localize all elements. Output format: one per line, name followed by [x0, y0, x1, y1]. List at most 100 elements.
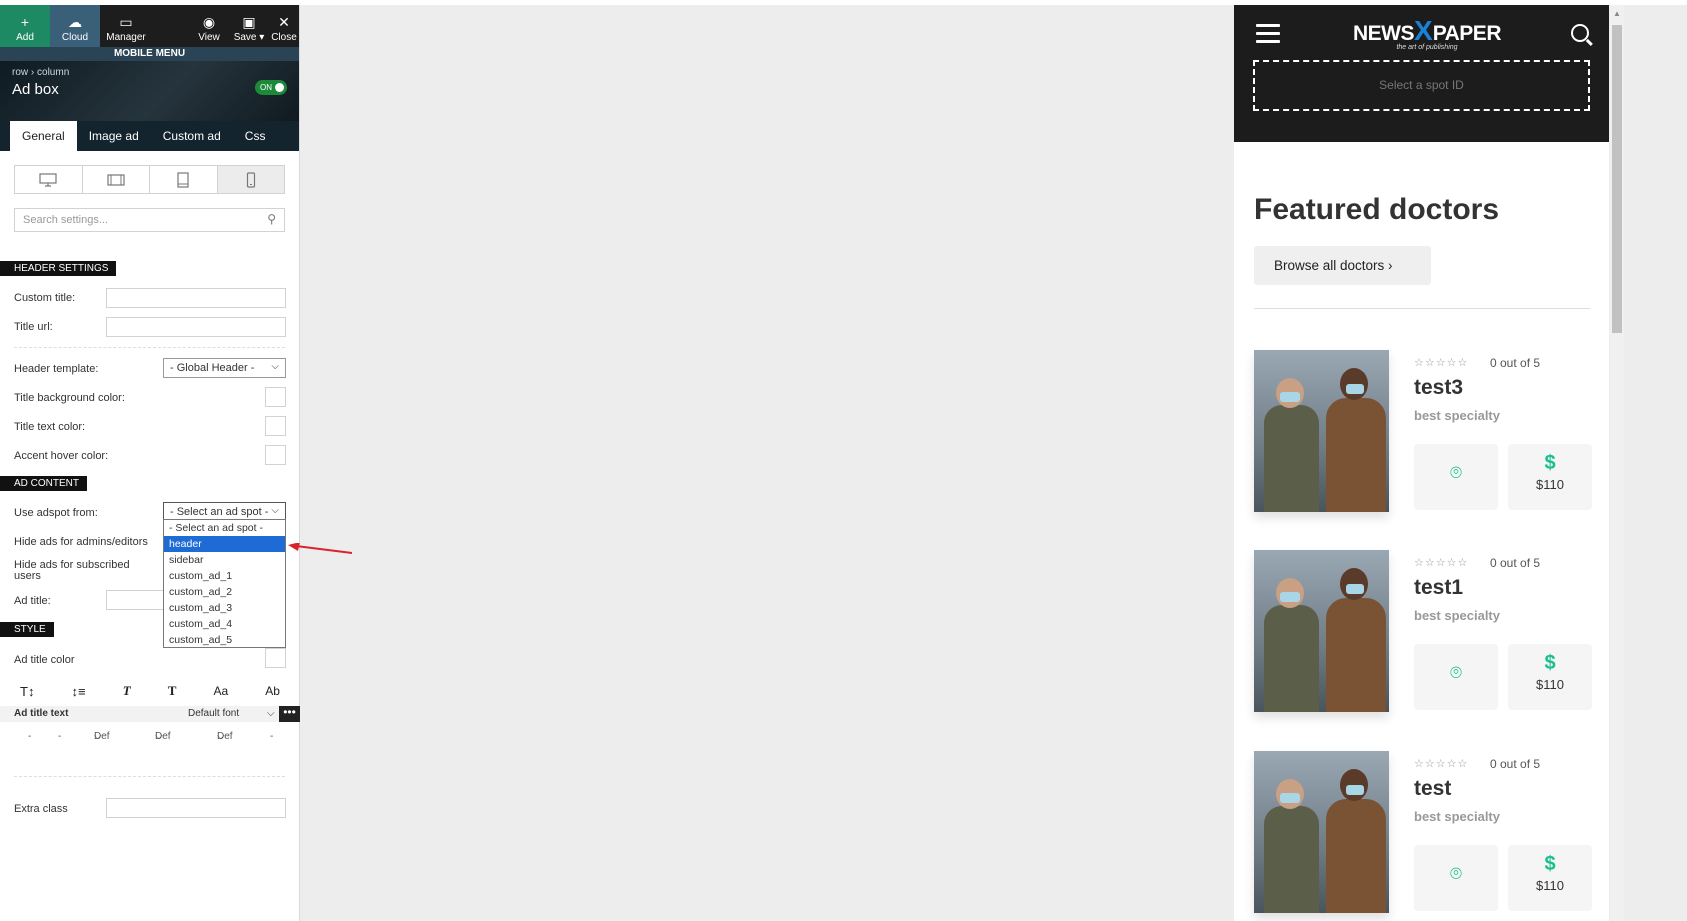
title-bg-color-swatch[interactable] [265, 387, 286, 407]
doctor-photo[interactable] [1254, 751, 1389, 913]
option-custom-ad-4[interactable]: custom_ad_4 [164, 616, 285, 632]
breadcrumb-column[interactable]: column [37, 67, 69, 78]
more-options-icon[interactable]: ••• [279, 706, 300, 722]
title-text-color-label: Title text color: [14, 421, 86, 433]
tablet-landscape-icon[interactable] [83, 166, 150, 193]
browse-all-doctors-button[interactable]: Browse all doctors › [1254, 246, 1431, 285]
option-custom-ad-2[interactable]: custom_ad_2 [164, 584, 285, 600]
text-transform-icon[interactable]: Aa [207, 684, 234, 698]
scrollbar-thumb[interactable] [1612, 25, 1622, 333]
chevron-down-icon: ⌵ [155, 731, 163, 742]
search-settings-input[interactable]: Search settings... ⚲ [14, 208, 285, 232]
chevron-down-icon: ⌵ [271, 505, 279, 516]
dollar-icon: $ [1544, 452, 1556, 474]
site-logo[interactable]: NEWSXPAPER the art of publishing [1342, 15, 1512, 51]
ad-content-heading: AD CONTENT [0, 476, 87, 491]
doctor-card[interactable]: ☆☆☆☆☆ 0 out of 5 test1 best specialty ⌾ … [1254, 550, 1592, 712]
letter-spacing-value[interactable]: - [270, 731, 273, 742]
letter-spacing-icon[interactable]: Ab [259, 684, 286, 698]
view-button[interactable]: ◉ View [189, 5, 229, 47]
tab-general[interactable]: General [10, 121, 77, 151]
price-box[interactable]: $ $110 [1508, 845, 1592, 911]
chevron-down-icon: ⌵ [267, 708, 275, 719]
use-adspot-label: Use adspot from: [14, 507, 98, 519]
preview-scrollbar[interactable]: ▲ [1610, 5, 1624, 921]
toggle-knob [275, 83, 284, 92]
option-custom-ad-5[interactable]: custom_ad_5 [164, 632, 285, 648]
toolbar: + Add ☁ Cloud ▭ Manager ◉ View ▣ Save ▾ … [0, 5, 299, 47]
hamburger-menu-icon[interactable] [1256, 24, 1280, 48]
tablet-portrait-icon[interactable] [150, 166, 218, 193]
hide-admins-label: Hide ads for admins/editors [14, 536, 148, 548]
doctor-name[interactable]: test3 [1414, 376, 1463, 400]
doctor-name[interactable]: test1 [1414, 576, 1463, 600]
ad-spot-placeholder[interactable]: Select a spot ID [1253, 60, 1590, 111]
price-box[interactable]: $ $110 [1508, 644, 1592, 710]
location-button[interactable]: ⌾ [1414, 644, 1498, 710]
header-template-select[interactable]: - Global Header - ⌵ [163, 358, 286, 378]
location-button[interactable]: ⌾ [1414, 845, 1498, 911]
title-bg-color-label: Title background color: [14, 392, 125, 404]
ad-title-color-label: Ad title color [14, 654, 75, 666]
breadcrumb-row[interactable]: row [12, 67, 28, 78]
tab-custom-ad[interactable]: Custom ad [151, 121, 233, 151]
location-button[interactable]: ⌾ [1414, 444, 1498, 510]
font-style-icon[interactable]: T [117, 683, 137, 699]
option-header[interactable]: header [164, 536, 285, 552]
ad-title-input[interactable] [106, 590, 166, 610]
line-height-value[interactable]: - [58, 731, 61, 742]
option-select-ad-spot[interactable]: - Select an ad spot - [164, 520, 285, 536]
rating-text: 0 out of 5 [1490, 356, 1541, 370]
mode-label: MOBILE MENU [0, 47, 299, 61]
doctor-card[interactable]: ☆☆☆☆☆ 0 out of 5 test3 best specialty ⌾ … [1254, 350, 1592, 512]
eye-icon: ◉ [202, 14, 216, 30]
tab-css[interactable]: Css [233, 121, 278, 151]
featured-title: Featured doctors [1254, 193, 1500, 226]
ad-title-text-font-row: Ad title text Default font ⌵ ••• [0, 706, 300, 722]
doctor-specialty: best specialty [1414, 809, 1500, 824]
tab-image-ad[interactable]: Image ad [77, 121, 151, 151]
doctor-card[interactable]: ☆☆☆☆☆ 0 out of 5 test best specialty ⌾ $… [1254, 751, 1592, 913]
line-height-icon[interactable]: ↕≡ [66, 684, 92, 699]
close-icon: ✕ [278, 14, 290, 30]
font-family-select[interactable]: Default font [188, 708, 239, 719]
close-button[interactable]: ✕ Close [269, 5, 299, 47]
desktop-icon[interactable] [15, 166, 83, 193]
option-custom-ad-3[interactable]: custom_ad_3 [164, 600, 285, 616]
option-custom-ad-1[interactable]: custom_ad_1 [164, 568, 285, 584]
font-size-value[interactable]: - [28, 731, 31, 742]
scroll-up-icon[interactable]: ▲ [1613, 9, 1621, 18]
manager-button[interactable]: ▭ Manager [100, 5, 152, 47]
title-url-input[interactable] [106, 317, 286, 337]
extra-class-input[interactable] [106, 798, 286, 818]
price-box[interactable]: $ $110 [1508, 444, 1592, 510]
font-size-icon[interactable]: T↕ [14, 684, 40, 699]
cloud-icon: ☁ [68, 14, 82, 30]
font-weight-icon[interactable]: T [162, 683, 183, 699]
annotation-arrow [288, 543, 353, 554]
custom-title-input[interactable] [106, 288, 286, 308]
floppy-icon: ▣ [242, 14, 256, 30]
option-sidebar[interactable]: sidebar [164, 552, 285, 568]
ad-title-color-swatch[interactable] [265, 648, 286, 668]
dollar-icon: $ [1544, 652, 1556, 674]
doctor-photo[interactable] [1254, 550, 1389, 712]
chevron-down-icon: ⌵ [217, 731, 225, 742]
ad-title-label: Ad title: [14, 595, 51, 607]
doctor-photo[interactable] [1254, 350, 1389, 512]
search-icon[interactable] [1571, 24, 1589, 42]
header-settings-heading: HEADER SETTINGS [0, 261, 117, 276]
typography-toolbar: T↕ ↕≡ T T Aa Ab [14, 680, 286, 702]
title-text-color-swatch[interactable] [265, 416, 286, 436]
doctor-name[interactable]: test [1414, 777, 1451, 801]
accent-hover-color-swatch[interactable] [265, 445, 286, 465]
phone-icon[interactable] [217, 166, 284, 193]
save-button[interactable]: ▣ Save ▾ [229, 5, 269, 47]
manager-icon: ▭ [119, 14, 133, 30]
extra-class-label: Extra class [14, 803, 68, 815]
element-title: Ad box [12, 81, 59, 98]
on-off-toggle[interactable]: ON [255, 80, 287, 95]
title-url-label: Title url: [14, 321, 53, 333]
cloud-button[interactable]: ☁ Cloud [50, 5, 100, 47]
add-button[interactable]: + Add [0, 5, 50, 47]
